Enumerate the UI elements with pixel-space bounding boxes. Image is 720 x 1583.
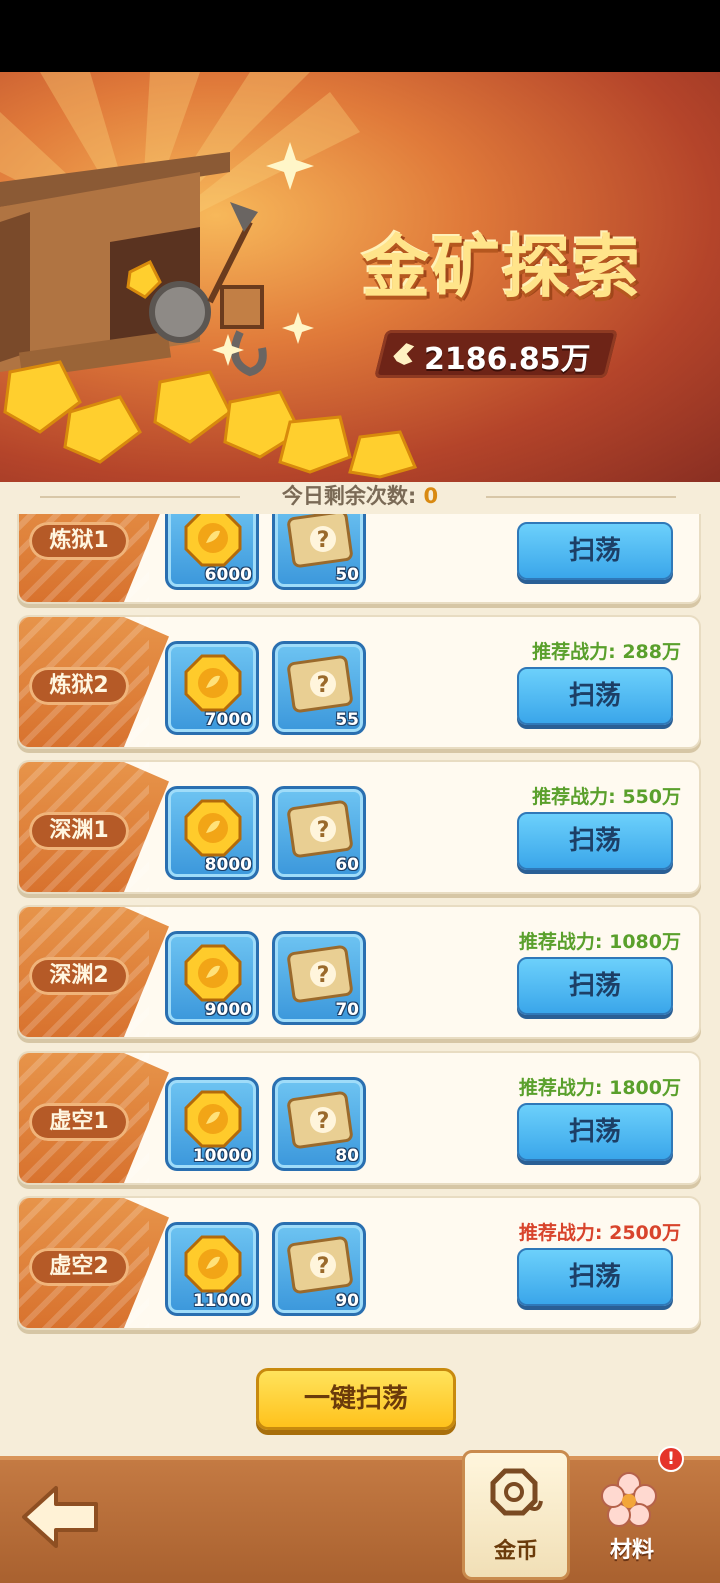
level-name: 深渊1 — [29, 812, 129, 850]
recommended-power: 推荐战力: 1080万 — [518, 931, 681, 953]
coin-quantity: 6000 — [204, 565, 252, 585]
coin-quantity: 9000 — [204, 1000, 252, 1020]
coin-quantity: 8000 — [204, 855, 252, 875]
mystery-scroll-reward[interactable]: ? 60 — [272, 786, 366, 880]
mystery-scroll-reward[interactable]: ? 80 — [272, 1077, 366, 1171]
svg-text:?: ? — [317, 963, 330, 988]
tab-label: 金币 — [493, 1539, 538, 1564]
page-title: 金矿探索 — [361, 229, 642, 308]
coin-reward[interactable]: 10000 — [165, 1077, 259, 1171]
recommended-power: 推荐战力: 1800万 — [518, 1077, 681, 1099]
mystery-scroll-icon: ? — [287, 945, 353, 1003]
flower-icon — [601, 1472, 657, 1527]
power-icon — [390, 340, 418, 368]
gold-coin-icon — [184, 799, 242, 857]
coin-icon — [490, 1468, 543, 1516]
mystery-scroll-reward[interactable]: ? 50 — [272, 514, 366, 590]
mystery-scroll-reward[interactable]: ? 90 — [272, 1222, 366, 1316]
gold-coin-icon — [184, 1235, 242, 1293]
level-card: 炼狱1 6000 ? 50 扫荡 — [17, 514, 701, 604]
mystery-scroll-icon: ? — [287, 800, 353, 858]
svg-text:?: ? — [317, 1254, 330, 1279]
remaining-attempts-count: 0 — [423, 484, 439, 508]
svg-text:?: ? — [317, 818, 330, 843]
level-card: 炼狱2 7000 ? 55 推荐战力: 288万 扫荡 — [17, 615, 701, 749]
mystery-scroll-icon: ? — [287, 1236, 353, 1294]
mystery-scroll-icon: ? — [287, 1091, 353, 1149]
remaining-attempts-row: 今日剩余次数: 0 — [0, 478, 720, 514]
level-name: 虚空2 — [29, 1248, 129, 1286]
level-card: 虚空2 11000 ? 90 推荐战力: 2500万 扫荡 — [17, 1196, 701, 1330]
gold-coin-icon — [184, 514, 242, 567]
level-name: 炼狱1 — [29, 522, 129, 560]
status-bar — [0, 0, 720, 72]
level-card: 深渊1 8000 ? 60 推荐战力: 550万 扫荡 — [17, 760, 701, 894]
tab-materials[interactable]: 材料 ! — [578, 1446, 686, 1580]
sweep-button[interactable]: 扫荡 — [517, 812, 673, 870]
mystery-scroll-icon: ? — [287, 514, 353, 568]
scroll-quantity: 55 — [335, 710, 359, 730]
gold-coin-icon — [184, 654, 242, 712]
scroll-quantity: 70 — [335, 1000, 359, 1020]
gold-coin-icon — [184, 944, 242, 1002]
sweep-button[interactable]: 扫荡 — [517, 667, 673, 725]
recommended-power: 推荐战力: 2500万 — [518, 1222, 681, 1244]
coin-quantity: 7000 — [204, 710, 252, 730]
svg-text:?: ? — [317, 1109, 330, 1134]
sweep-button[interactable]: 扫荡 — [517, 522, 673, 580]
one-key-sweep-button[interactable]: 一键扫荡 — [256, 1368, 456, 1430]
total-power-value: 2186.85万 — [424, 342, 591, 377]
sweep-button[interactable]: 扫荡 — [517, 1248, 673, 1306]
tab-label: 材料 — [609, 1538, 654, 1563]
scroll-quantity: 90 — [335, 1291, 359, 1311]
scroll-quantity: 50 — [335, 565, 359, 585]
level-list[interactable]: 炼狱1 6000 ? 50 扫荡 炼狱2 7000 ? 55 推荐战力: 288… — [0, 514, 720, 1344]
level-name: 深渊2 — [29, 957, 129, 995]
coin-quantity: 10000 — [192, 1146, 252, 1166]
tab-gold-coin[interactable]: 金币 — [462, 1450, 570, 1580]
remaining-attempts: 今日剩余次数: 0 — [0, 480, 720, 510]
level-name: 炼狱2 — [29, 667, 129, 705]
level-card: 深渊2 9000 ? 70 推荐战力: 1080万 扫荡 — [17, 905, 701, 1039]
svg-text:?: ? — [317, 673, 330, 698]
coin-reward[interactable]: 6000 — [165, 514, 259, 590]
mystery-scroll-reward[interactable]: ? 70 — [272, 931, 366, 1025]
level-name: 虚空1 — [29, 1103, 129, 1141]
coin-reward[interactable]: 7000 — [165, 641, 259, 735]
bottom-nav: 金币 材料 ! — [0, 1446, 720, 1583]
alert-badge: ! — [658, 1446, 684, 1472]
coin-reward[interactable]: 11000 — [165, 1222, 259, 1316]
mystery-scroll-reward[interactable]: ? 55 — [272, 641, 366, 735]
scroll-quantity: 60 — [335, 855, 359, 875]
gold-coin-icon — [184, 1090, 242, 1148]
level-card: 虚空1 10000 ? 80 推荐战力: 1800万 扫荡 — [17, 1051, 701, 1185]
scroll-quantity: 80 — [335, 1146, 359, 1166]
coin-reward[interactable]: 9000 — [165, 931, 259, 1025]
remaining-attempts-label: 今日剩余次数: — [281, 484, 417, 508]
coin-reward[interactable]: 8000 — [165, 786, 259, 880]
gold-mine-banner: 金矿探索 2186.85万 — [0, 72, 720, 482]
mystery-scroll-icon: ? — [287, 655, 353, 713]
sweep-button[interactable]: 扫荡 — [517, 957, 673, 1015]
recommended-power: 推荐战力: 550万 — [532, 786, 681, 808]
svg-text:?: ? — [317, 528, 330, 553]
back-arrow-icon[interactable] — [18, 1482, 102, 1552]
recommended-power: 推荐战力: 288万 — [532, 641, 681, 663]
coin-quantity: 11000 — [192, 1291, 252, 1311]
sweep-button[interactable]: 扫荡 — [517, 1103, 673, 1161]
